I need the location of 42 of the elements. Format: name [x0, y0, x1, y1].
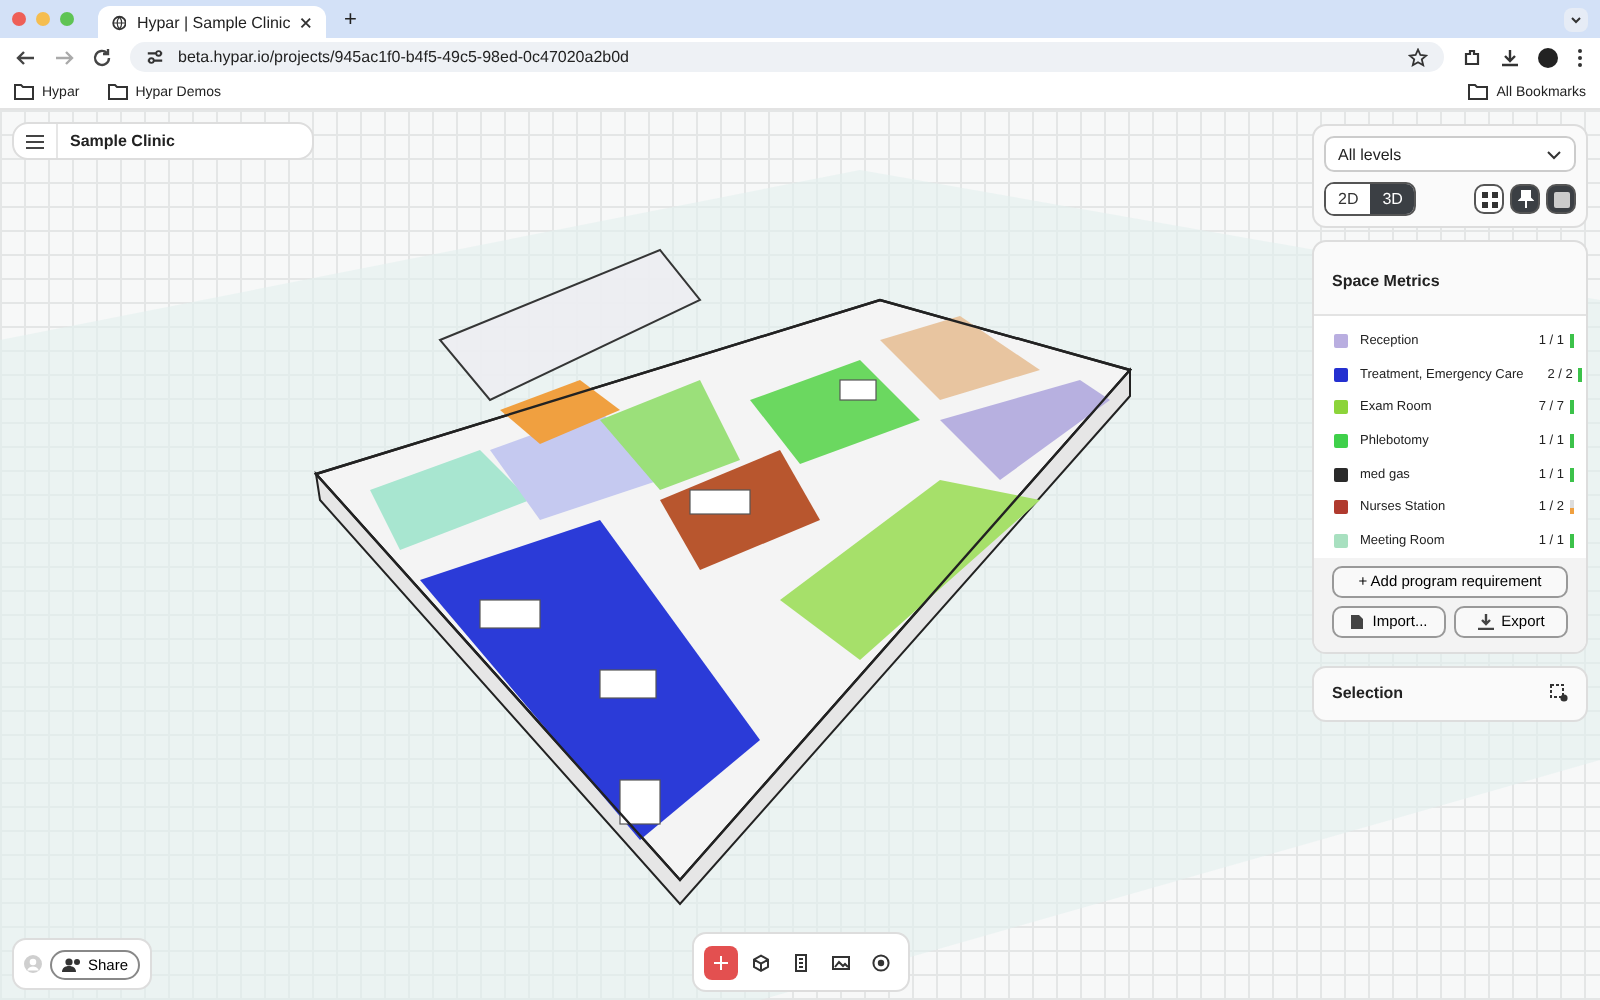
image-icon — [832, 953, 850, 971]
more-options-icon[interactable] — [1576, 47, 1584, 67]
project-title: Sample Clinic — [70, 132, 175, 150]
menu-icon[interactable] — [26, 133, 44, 149]
site-settings-icon[interactable] — [146, 48, 164, 66]
people-icon — [61, 957, 82, 971]
profile-avatar[interactable] — [1538, 47, 1558, 67]
building-icon — [792, 953, 810, 971]
folder-icon — [1468, 84, 1489, 100]
panel-title: Selection — [1332, 684, 1404, 703]
level-dropdown[interactable]: All levels — [1324, 136, 1576, 172]
browser-tab[interactable]: Hypar | Sample Clinic — [98, 6, 326, 38]
back-arrow-icon[interactable] — [16, 47, 36, 67]
chevron-down-icon[interactable] — [1564, 7, 1588, 31]
panel-title: Space Metrics — [1332, 272, 1440, 290]
target-icon — [872, 953, 890, 971]
square-view-button[interactable] — [1546, 184, 1576, 214]
reload-icon[interactable] — [92, 47, 112, 67]
document-icon — [1350, 613, 1365, 630]
cube-icon — [752, 953, 770, 971]
extensions-icon[interactable] — [1462, 47, 1482, 67]
new-tab-button[interactable]: + — [338, 7, 363, 31]
pin-icon — [1517, 190, 1533, 208]
view-mode-tab[interactable]: 3D — [1370, 184, 1415, 214]
selection-icon[interactable] — [1550, 684, 1568, 703]
grid-icon — [1481, 191, 1497, 207]
close-icon[interactable] — [300, 15, 312, 29]
download-icon — [1477, 613, 1494, 630]
progress-bar — [1578, 367, 1583, 382]
add-icon — [712, 953, 730, 971]
folder-icon — [107, 84, 128, 100]
view-mode-tab[interactable]: 2D — [1326, 184, 1371, 214]
globe-icon — [112, 13, 127, 31]
folder-icon — [14, 84, 34, 100]
chevron-down-icon — [1546, 149, 1562, 159]
star-icon[interactable] — [1408, 47, 1428, 67]
pin-view-button[interactable] — [1510, 184, 1540, 214]
address-bar[interactable]: beta.hypar.io/projects/945ac1f0-b4f5-49c5-98ed-0c47020a2b0d — [130, 42, 1444, 72]
download-icon[interactable] — [1500, 47, 1520, 67]
add-tool-button[interactable] — [704, 945, 738, 979]
grid-view-button[interactable] — [1474, 184, 1504, 214]
square-icon — [1553, 191, 1569, 207]
